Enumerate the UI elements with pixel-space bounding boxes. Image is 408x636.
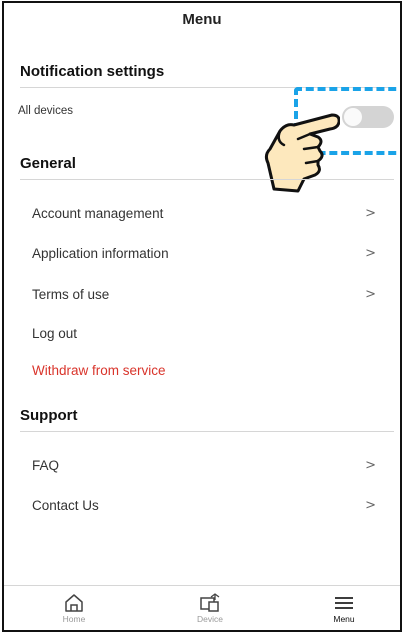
withdraw-from-service-item[interactable]: Withdraw from service	[4, 352, 400, 392]
general-heading: General	[20, 155, 76, 172]
toggle-knob	[344, 108, 362, 126]
contact-us-item[interactable]: Contact Us >	[4, 487, 400, 527]
nav-device-label: Device	[197, 614, 223, 624]
divider	[20, 179, 394, 180]
page-title: Menu	[182, 11, 222, 28]
application-information-item[interactable]: Application information >	[4, 235, 400, 275]
nav-home-label: Home	[62, 614, 86, 624]
account-management-item[interactable]: Account management >	[4, 195, 400, 235]
chevron-right-icon: >	[365, 498, 376, 513]
home-icon	[65, 594, 83, 612]
list-item-label: Application information	[32, 246, 169, 261]
device-icon	[200, 593, 220, 612]
app-screen: Menu Notification settings All devices G…	[2, 1, 402, 632]
bottom-nav: Home Device Menu	[4, 585, 400, 630]
list-item-label: Contact Us	[32, 498, 99, 513]
nav-home[interactable]: Home	[34, 586, 114, 630]
nav-menu[interactable]: Menu	[304, 586, 384, 630]
menu-icon	[335, 597, 353, 609]
list-item-label: Terms of use	[32, 287, 110, 302]
chevron-right-icon: >	[365, 206, 376, 221]
terms-of-use-item[interactable]: Terms of use >	[4, 276, 400, 316]
all-devices-toggle[interactable]	[342, 106, 394, 128]
log-out-item[interactable]: Log out	[4, 315, 400, 355]
notification-settings-heading: Notification settings	[20, 63, 165, 80]
nav-menu-label: Menu	[333, 614, 355, 624]
list-item-label: Account management	[32, 206, 164, 221]
all-devices-label: All devices	[18, 105, 73, 117]
list-item-label: Log out	[32, 326, 78, 341]
nav-device[interactable]: Device	[170, 586, 250, 630]
list-item-label: FAQ	[32, 458, 60, 473]
faq-item[interactable]: FAQ >	[4, 447, 400, 487]
chevron-right-icon: >	[365, 287, 376, 302]
support-heading: Support	[20, 407, 78, 424]
chevron-right-icon: >	[365, 246, 376, 261]
chevron-right-icon: >	[365, 458, 376, 473]
divider	[20, 431, 394, 432]
list-item-label: Withdraw from service	[32, 363, 166, 378]
